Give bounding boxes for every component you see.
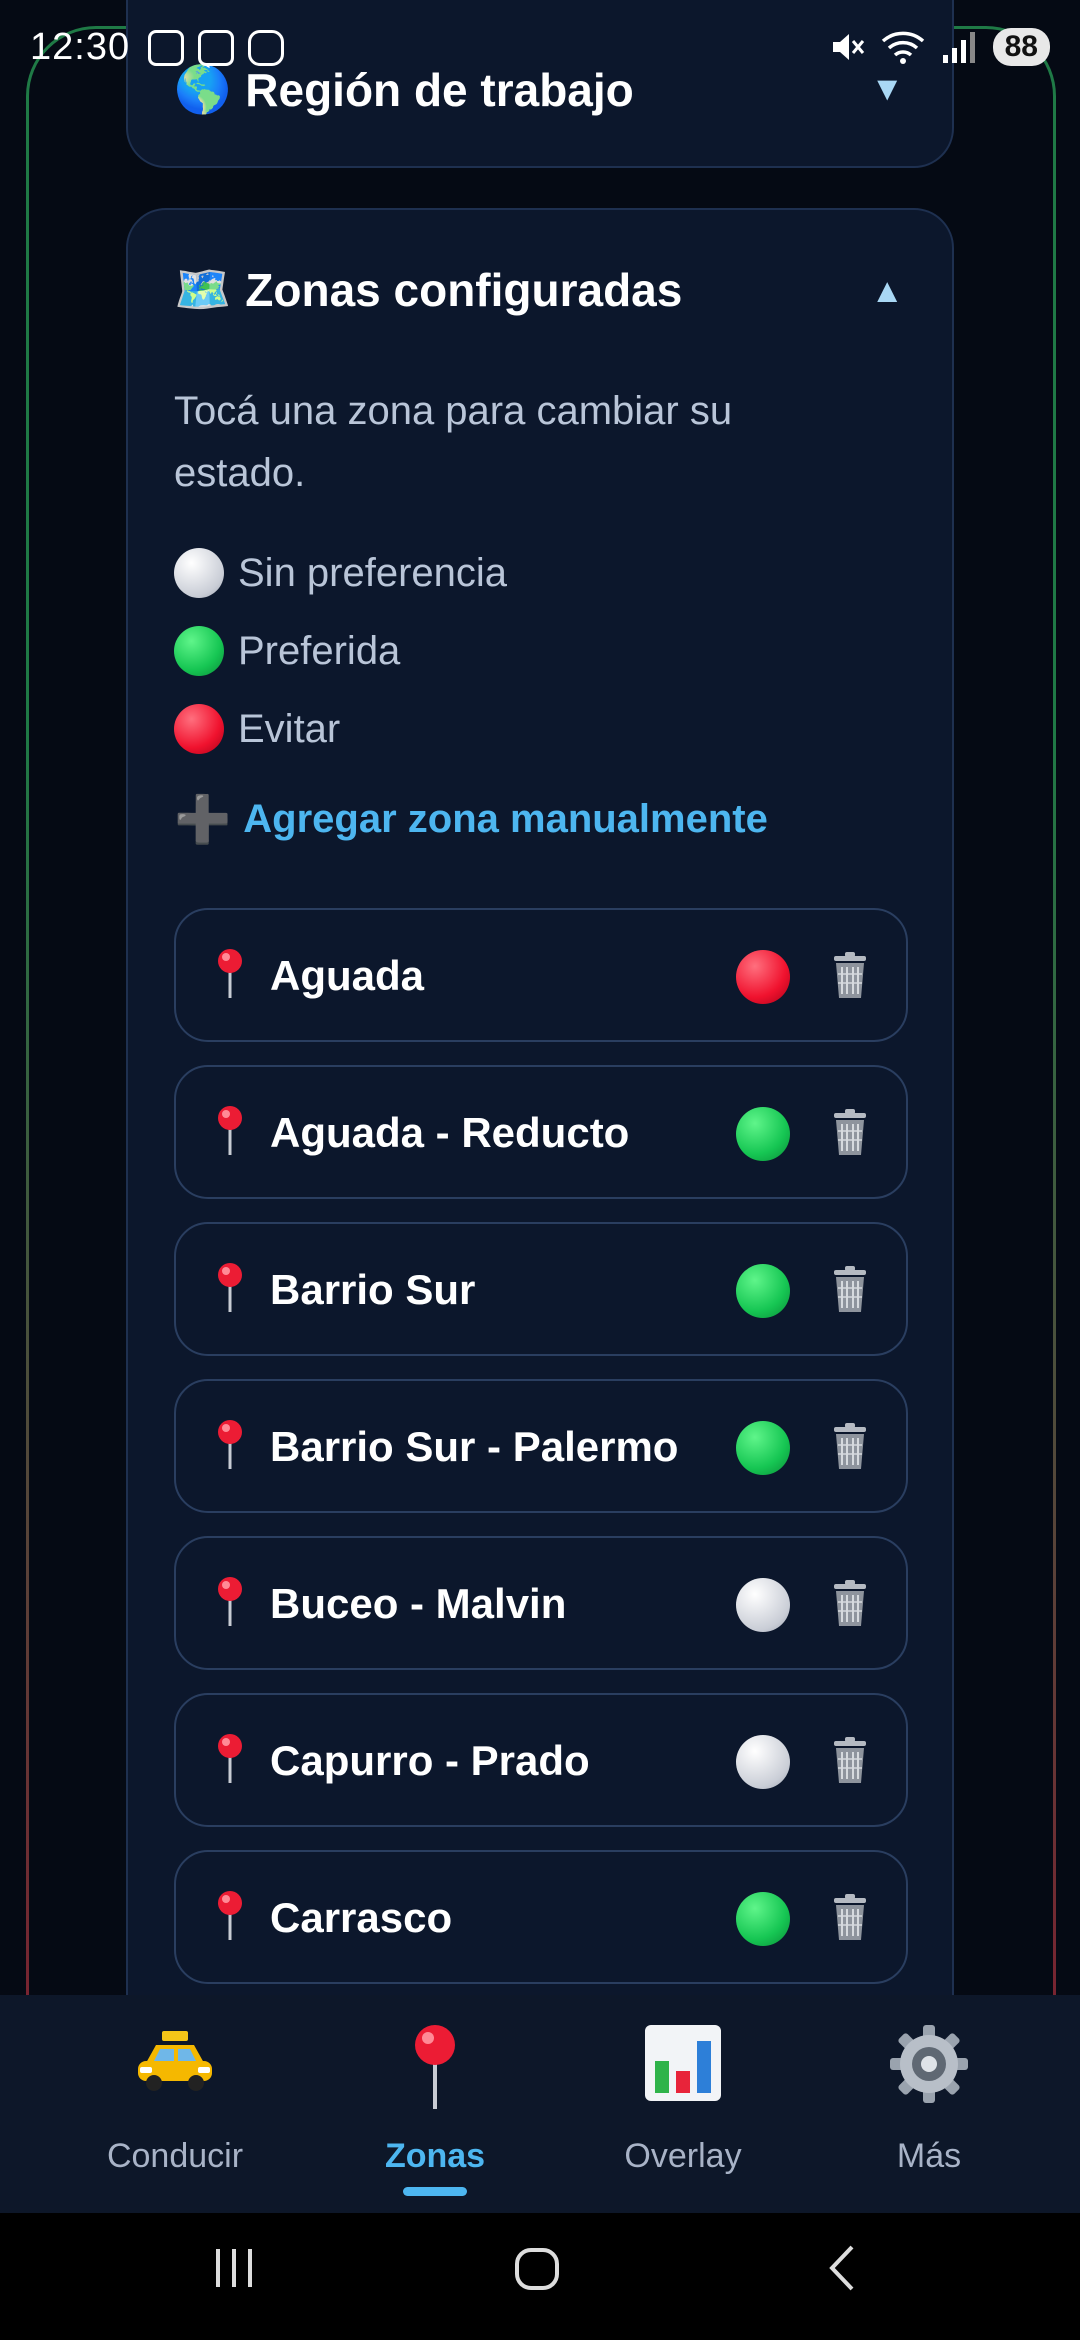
zone-name: Aguada - Reducto [270, 1109, 630, 1156]
zones-hint: Tocá una zona para cambiar su estado. [174, 389, 733, 495]
pin-icon [218, 1734, 242, 1783]
bar-chart-icon [645, 2025, 721, 2101]
map-icon: 🗺️ [174, 263, 232, 315]
nav-item-zonas[interactable]: Zonas [315, 1995, 555, 2213]
pin-icon [218, 949, 242, 998]
trash-icon[interactable] [830, 1892, 870, 1942]
nav-label: Conducir [106, 2137, 244, 2175]
zones-title-label: Zonas configuradas [245, 263, 683, 316]
pin-icon [218, 1891, 242, 1940]
zone-state-neutral-icon[interactable] [736, 1735, 790, 1789]
content-scroll[interactable]: 🌎 Región de trabajo ▼ 🗺️ Zonas configura… [0, 0, 1080, 1995]
zone-row[interactable]: Barrio Sur - Palermo [174, 1379, 908, 1513]
zone-state-preferred-icon[interactable] [736, 1892, 790, 1946]
legend-label: Preferida [238, 628, 401, 673]
pin-icon [415, 2025, 455, 2109]
trash-icon[interactable] [830, 1107, 870, 1157]
zone-state-preferred-icon[interactable] [736, 1421, 790, 1475]
trash-icon[interactable] [830, 1421, 870, 1471]
battery-indicator: 88 [992, 28, 1050, 66]
zone-row[interactable]: Buceo - Malvin [174, 1536, 908, 1670]
zones-card-title[interactable]: 🗺️ Zonas configuradas [174, 262, 682, 317]
nav-label: Más [896, 2137, 962, 2175]
clipboard-icon [198, 30, 234, 66]
legend-item-avoid: Evitar [174, 704, 874, 754]
zone-name: Capurro - Prado [270, 1737, 590, 1784]
zones-card: 🗺️ Zonas configuradas ▲ Tocá una zona pa… [126, 208, 954, 1995]
legend-label: Evitar [238, 706, 341, 751]
zone-state-preferred-icon[interactable] [736, 1107, 790, 1161]
signal-icon [942, 32, 975, 63]
zone-row[interactable]: Aguada - Reducto [174, 1065, 908, 1199]
pin-icon [218, 1106, 242, 1155]
zone-state-avoid-icon[interactable] [736, 950, 790, 1004]
status-time: 12:30 [30, 26, 131, 68]
chevron-up-icon[interactable]: ▲ [870, 272, 904, 311]
screenshot-icon [148, 30, 184, 66]
bottom-nav: Conducir Zonas Overlay Más [0, 1995, 1080, 2213]
pin-icon [218, 1263, 242, 1312]
zone-row[interactable]: Carrasco [174, 1850, 908, 1984]
notification-icons [148, 30, 284, 66]
zone-row[interactable]: Capurro - Prado [174, 1693, 908, 1827]
legend-item-preferred: Preferida [174, 626, 874, 676]
mute-icon [832, 34, 864, 60]
gear-icon [890, 2025, 968, 2103]
zone-row[interactable]: Aguada [174, 908, 908, 1042]
zone-name: Barrio Sur [270, 1266, 476, 1313]
nav-label: Zonas [384, 2137, 486, 2175]
trash-icon[interactable] [830, 1578, 870, 1628]
trash-icon[interactable] [830, 1264, 870, 1314]
trash-icon[interactable] [830, 950, 870, 1000]
nav-item-conducir[interactable]: Conducir [55, 1995, 295, 2213]
taxi-icon [138, 2031, 212, 2091]
preferred-dot-icon [174, 626, 224, 676]
pin-icon [218, 1420, 242, 1469]
legend-label: Sin preferencia [238, 550, 508, 595]
nav-item-mas[interactable]: Más [809, 1995, 1049, 2213]
legend-item-neutral: Sin preferencia [174, 548, 874, 598]
add-zone-label: Agregar zona manualmente [243, 797, 768, 841]
zone-name: Barrio Sur - Palermo [270, 1423, 679, 1470]
zone-row[interactable]: Barrio Sur [174, 1222, 908, 1356]
instagram-icon [248, 30, 284, 66]
zone-state-preferred-icon[interactable] [736, 1264, 790, 1318]
zone-name: Carrasco [270, 1894, 453, 1941]
system-nav-bar [0, 2213, 1080, 2340]
zone-name: Buceo - Malvin [270, 1580, 567, 1627]
zone-name: Aguada [270, 952, 425, 999]
status-bar: 12:30 88 [0, 0, 1080, 100]
pin-icon [218, 1577, 242, 1626]
back-icon[interactable] [822, 2243, 862, 2293]
add-zone-link[interactable]: ➕ Agregar zona manualmente [174, 792, 768, 847]
active-tab-indicator [403, 2187, 467, 2196]
home-icon[interactable] [512, 2243, 562, 2293]
system-status-icons: 88 [829, 28, 1050, 66]
nav-label: Overlay [624, 2137, 742, 2175]
plus-icon: ➕ [174, 793, 232, 845]
recents-icon[interactable] [212, 2243, 256, 2293]
zone-state-neutral-icon[interactable] [736, 1578, 790, 1632]
neutral-dot-icon [174, 548, 224, 598]
nav-item-overlay[interactable]: Overlay [563, 1995, 803, 2213]
avoid-dot-icon [174, 704, 224, 754]
trash-icon[interactable] [830, 1735, 870, 1785]
wifi-icon [881, 31, 924, 64]
